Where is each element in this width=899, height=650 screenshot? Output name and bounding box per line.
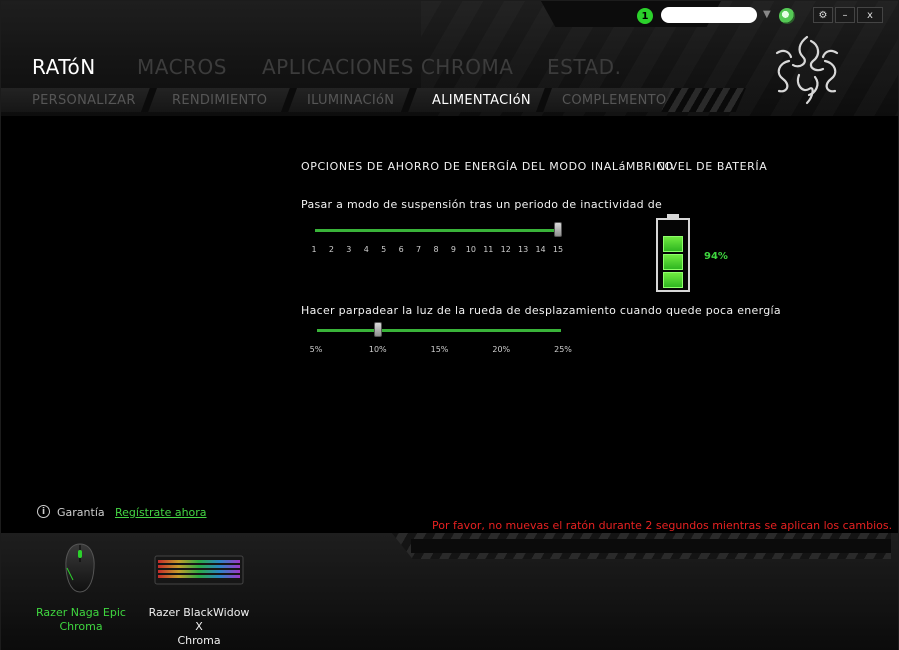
sleep-slider-thumb[interactable] [554,222,562,237]
slider-tick-label: 9 [450,245,456,254]
slider-tick-label: 11 [483,245,494,254]
subtab-complemento[interactable]: COMPLEMENTO [562,93,666,108]
slider-tick-label: 10% [368,345,387,354]
slider-tick-label: 12 [500,245,511,254]
warning-message: Por favor, no muevas el ratón durante 2 … [432,519,893,532]
settings-button[interactable]: ⚙ [813,7,833,23]
battery-cell [663,254,683,270]
battery-icon [656,218,690,292]
slider-tick-label: 15 [552,245,564,254]
synapse-status-icon[interactable] [779,8,795,24]
slider-tick-label: 20% [492,345,511,354]
slider-tick-label: 3 [346,245,352,254]
slider-tick-label: 15% [430,345,449,354]
slider-tick-label: 4 [363,245,369,254]
wireless-options-title: OPCIONES DE AHORRO DE ENERGÍA DEL MODO I… [301,160,674,173]
keyboard-icon[interactable] [154,552,244,586]
warranty-label: Garantía [57,506,105,519]
devices-bar-fill [411,539,891,553]
subtab-iluminacion[interactable]: ILUMINACIóN [307,93,394,108]
slider-tick-label: 1 [311,245,317,254]
device-razer-blackwidow-x-chroma[interactable]: Razer BlackWidow X Chroma [144,606,254,648]
tab-raton[interactable]: RATóN [32,55,96,79]
slider-tick-label: 2 [328,245,334,254]
slider-tick-label: 7 [416,245,422,254]
razer-logo-icon [775,35,839,105]
mouse-icon[interactable] [61,542,99,594]
synapse-window: 1 ▼ ⚙ – x RATóN MACROS APLICACIONES CHRO… [0,0,899,650]
sub-tabs: PERSONALIZAR RENDIMIENTO ILUMINACIóN ALI… [1,88,746,112]
slider-tick-label: 6 [398,245,404,254]
slider-tick-label: 5% [309,345,323,354]
tab-macros[interactable]: MACROS [137,55,227,79]
subtab-separator [141,88,157,112]
sleep-label: Pasar a modo de suspensión tras un perio… [301,198,663,211]
slider-tick-label: 5 [381,245,387,254]
notification-badge[interactable]: 1 [637,8,653,24]
chevron-down-icon[interactable]: ▼ [763,9,771,20]
minimize-button[interactable]: – [835,7,855,23]
device-razer-naga-epic-chroma[interactable]: Razer Naga Epic Chroma [26,606,136,634]
subtab-separator [281,88,297,112]
close-button[interactable]: x [857,7,883,23]
subtab-stripes [661,88,746,112]
slider-tick-label: 8 [433,245,439,254]
tab-estadisticas[interactable]: ESTAD. [547,55,621,79]
subtab-personalizar[interactable]: PERSONALIZAR [32,93,136,108]
low-power-slider-thumb[interactable] [373,322,382,337]
info-icon: i [37,505,50,518]
window-controls: ⚙ – x [813,7,883,23]
battery-percentage: 94% [704,251,728,262]
subtab-separator [536,88,552,112]
subtab-separator [401,88,417,112]
subtab-rendimiento[interactable]: RENDIMIENTO [172,93,267,108]
user-name[interactable] [661,7,757,23]
subtab-alimentacion[interactable]: ALIMENTACIóN [432,93,531,108]
battery-level-title: NIVEL DE BATERÍA [657,160,768,173]
register-link[interactable]: Regístrate ahora [115,506,207,519]
low-power-label: Hacer parpadear la luz de la rueda de de… [301,304,781,317]
slider-tick-label: 10 [465,245,476,254]
sleep-slider-track[interactable] [315,229,559,232]
tab-aplicaciones-chroma[interactable]: APLICACIONES CHROMA [262,55,513,79]
battery-cell [663,272,683,288]
slider-tick-label: 13 [518,245,529,254]
slider-tick-label: 14 [535,245,546,254]
slider-tick-label: 25% [554,345,572,354]
low-power-slider-track[interactable] [317,329,561,332]
battery-cell [663,236,683,252]
